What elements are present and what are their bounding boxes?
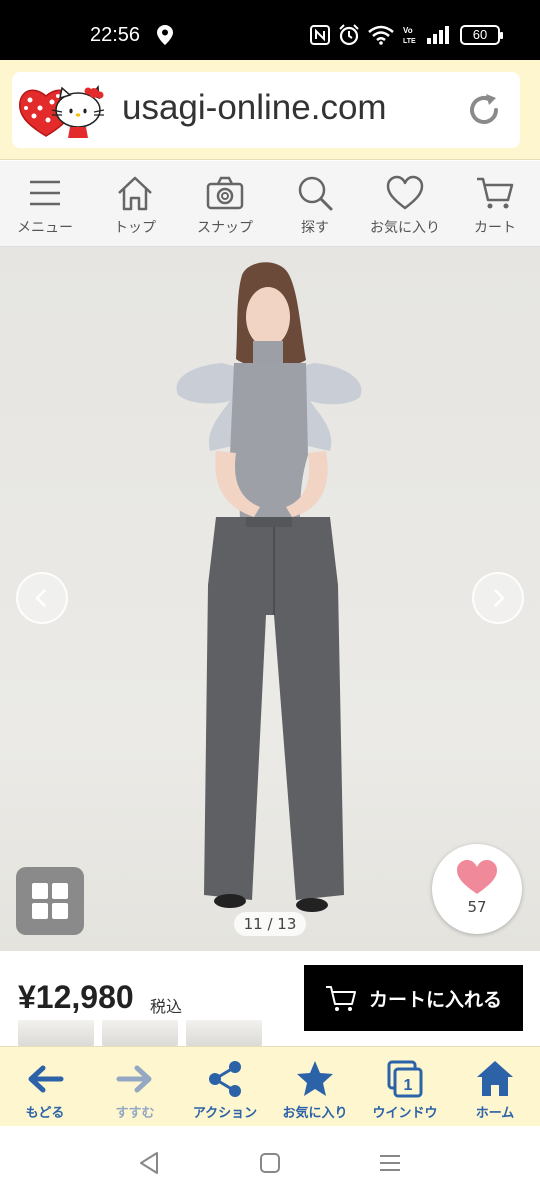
menu-icon (30, 180, 60, 206)
thumbnail[interactable] (186, 1020, 262, 1046)
add-to-cart-label: カートに入れる (368, 988, 502, 1011)
next-image-button[interactable] (472, 572, 524, 624)
star-icon (297, 1061, 333, 1096)
forward-label: すすむ (115, 1106, 155, 1121)
browser-page: 22:56 Vo LTE 60 usagi-online.com メニュー トッ… (0, 0, 540, 1200)
hello-kitty-logo (18, 84, 105, 138)
svg-text:Vo: Vo (403, 26, 413, 35)
volte-icon: Vo LTE (403, 26, 416, 45)
nav-item-top[interactable]: トップ (90, 161, 180, 246)
nav-label: メニュー (17, 220, 73, 236)
tax-label: 税込 (150, 997, 183, 1016)
product-photo-model (176, 262, 362, 912)
wifi-icon (368, 25, 394, 45)
heart-icon (457, 860, 497, 894)
browser-toolbar: もどる すすむ アクション お気に入り 1 ウインドウ ホーム (0, 1046, 540, 1126)
thumbnail[interactable] (18, 1020, 94, 1046)
grid-icon (32, 883, 68, 919)
signal-icon (427, 26, 449, 44)
system-nav-bar (0, 1126, 540, 1200)
nav-label: トップ (114, 220, 156, 236)
alarm-icon (339, 24, 359, 46)
location-icon (157, 25, 173, 45)
status-bar: 22:56 Vo LTE 60 (0, 0, 540, 60)
home-label: ホーム (475, 1106, 515, 1121)
window-icon: 1 (387, 1060, 423, 1098)
image-pager: 11 / 13 (234, 912, 306, 936)
forward-button[interactable]: すすむ (90, 1047, 180, 1126)
system-home-icon[interactable] (257, 1150, 283, 1176)
action-label: アクション (192, 1106, 258, 1121)
status-time: 22:56 (90, 24, 141, 46)
share-icon (209, 1061, 241, 1097)
home-icon (477, 1061, 513, 1096)
nav-item-snap[interactable]: スナップ (180, 161, 270, 246)
nav-label: スナップ (197, 220, 253, 236)
nav-label: 探す (301, 220, 329, 236)
bookmarks-button[interactable]: お気に入り (270, 1047, 360, 1126)
address-bar-area: usagi-online.com (0, 60, 540, 160)
chevron-right-icon (494, 589, 505, 607)
thumbnail[interactable] (102, 1020, 178, 1046)
window-label: ウインドウ (372, 1106, 438, 1121)
battery-indicator: 60 (460, 25, 503, 45)
cart-icon (325, 986, 356, 1011)
site-nav: メニュー トップ スナップ 探す お気に入り カート (0, 161, 540, 247)
thumbnail-grid-button[interactable] (16, 867, 84, 935)
heart-outline-icon (386, 175, 424, 210)
back-label: もどる (25, 1106, 65, 1121)
thumbnail-strip (0, 1020, 540, 1046)
back-arrow-icon (28, 1065, 64, 1093)
camera-icon (206, 176, 244, 210)
nav-label: お気に入り (370, 220, 440, 236)
home-outline-icon (118, 176, 152, 211)
nav-item-menu[interactable]: メニュー (0, 161, 90, 246)
home-button[interactable]: ホーム (450, 1047, 540, 1126)
status-icons: Vo LTE 60 (310, 22, 503, 48)
svg-text:LTE: LTE (403, 38, 416, 45)
system-back-icon[interactable] (137, 1150, 163, 1176)
url-text[interactable]: usagi-online.com (122, 88, 387, 128)
reload-icon[interactable] (466, 92, 502, 128)
action-button[interactable]: アクション (180, 1047, 270, 1126)
address-bar[interactable]: usagi-online.com (12, 72, 520, 148)
nfc-icon (310, 25, 330, 45)
system-recents-icon[interactable] (377, 1150, 403, 1176)
nav-item-favorites[interactable]: お気に入り (360, 161, 450, 246)
nav-item-cart[interactable]: カート (450, 161, 540, 246)
forward-arrow-icon (116, 1065, 152, 1093)
chevron-left-icon (35, 589, 46, 607)
nav-label: カート (474, 220, 516, 236)
window-count: 1 (404, 1077, 413, 1094)
cart-icon (477, 177, 514, 209)
product-image-carousel[interactable]: 11 / 13 57 (0, 247, 540, 951)
window-button[interactable]: 1 ウインドウ (360, 1047, 450, 1126)
bookmarks-label: お気に入り (282, 1106, 348, 1121)
nav-item-search[interactable]: 探す (270, 161, 360, 246)
favorite-count: 57 (467, 898, 487, 916)
prev-image-button[interactable] (16, 572, 68, 624)
product-price: ¥12,980 (18, 979, 134, 1015)
search-icon (298, 176, 333, 211)
favorite-button[interactable]: 57 (432, 844, 522, 934)
back-button[interactable]: もどる (0, 1047, 90, 1126)
